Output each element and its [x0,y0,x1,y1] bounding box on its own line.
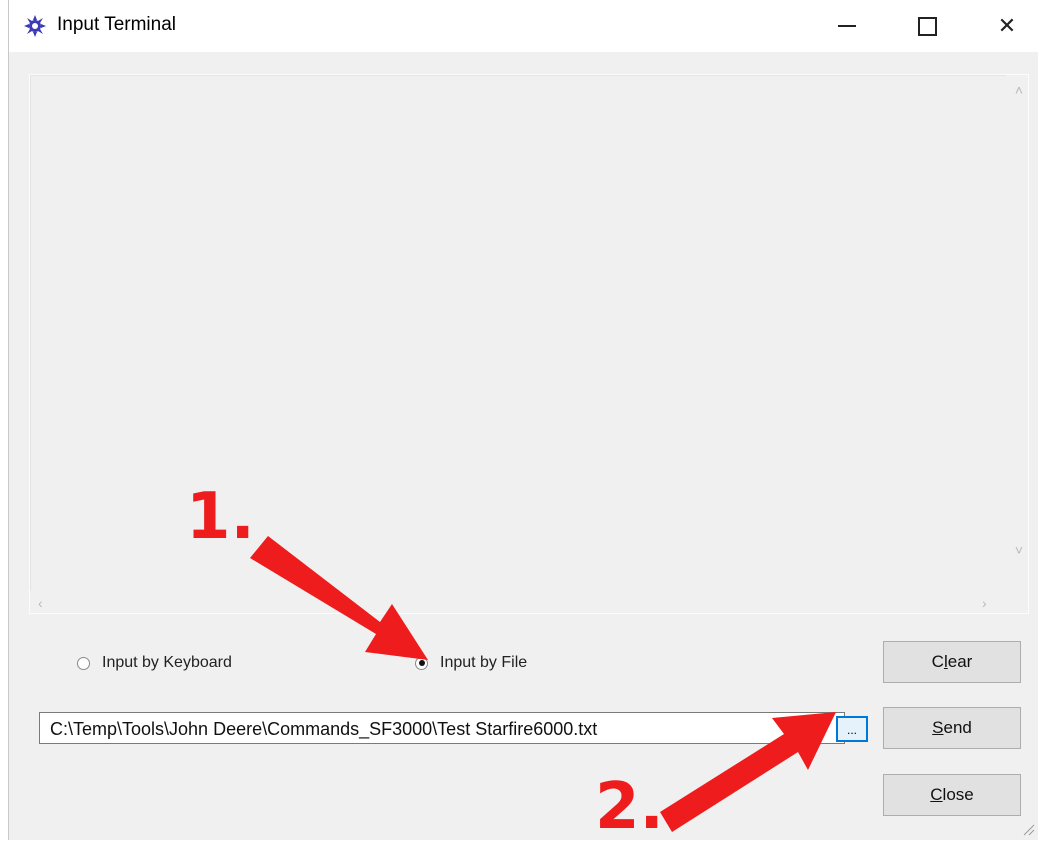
radio-input-by-file[interactable]: Input by File [415,654,527,672]
scroll-corner [1006,591,1028,613]
radio-label: Input by File [440,654,528,671]
maximize-button[interactable] [897,6,957,46]
scroll-left-icon[interactable]: ‹ [38,596,43,610]
title-bar[interactable]: Input Terminal ✕ [9,0,1038,52]
annotation-step-2: 2. [595,770,664,844]
scroll-down-icon[interactable]: ˅ [1015,543,1023,557]
vertical-scrollbar[interactable]: ˄ ˅ [1006,75,1028,591]
browse-file-button[interactable]: ... [836,716,868,742]
resize-grip-icon[interactable] [1021,822,1035,836]
window-body-top [9,52,1038,72]
input-terminal-window: Input Terminal ✕ ˄ ˅ ‹ › Input by Keyboa… [8,0,1038,840]
close-button[interactable]: Close [883,774,1021,816]
maximize-icon [917,16,937,36]
radio-circle[interactable] [415,656,428,670]
clear-button-label: Clear [931,652,973,671]
file-path-text: C:\Temp\Tools\John Deere\Commands_SF3000… [50,719,598,739]
window-title: Input Terminal [57,14,176,35]
send-button-label: Send [932,718,972,737]
radio-input-by-keyboard[interactable]: Input by Keyboard [77,654,232,672]
clear-button[interactable]: Clear [883,641,1021,683]
file-path-input[interactable]: C:\Temp\Tools\John Deere\Commands_SF3000… [39,712,845,744]
scroll-right-icon[interactable]: › [982,596,987,610]
scroll-up-icon[interactable]: ˄ [1015,83,1023,97]
gear-icon [24,15,46,37]
radio-selected-dot [418,660,425,666]
radio-circle[interactable] [77,656,90,670]
browse-button-label: ... [846,723,857,737]
minimize-button[interactable] [817,6,877,46]
annotation-step-1: 1. [186,480,255,554]
send-button[interactable]: Send [883,707,1021,749]
radio-label: Input by Keyboard [102,654,232,671]
close-window-button[interactable]: ✕ [977,6,1037,46]
horizontal-scrollbar[interactable]: ‹ › [30,591,1006,613]
minimize-icon [838,25,856,27]
terminal-output-area[interactable]: ˄ ˅ ‹ › [29,74,1029,614]
close-button-label: Close [930,785,974,804]
close-icon: ✕ [997,13,1017,38]
